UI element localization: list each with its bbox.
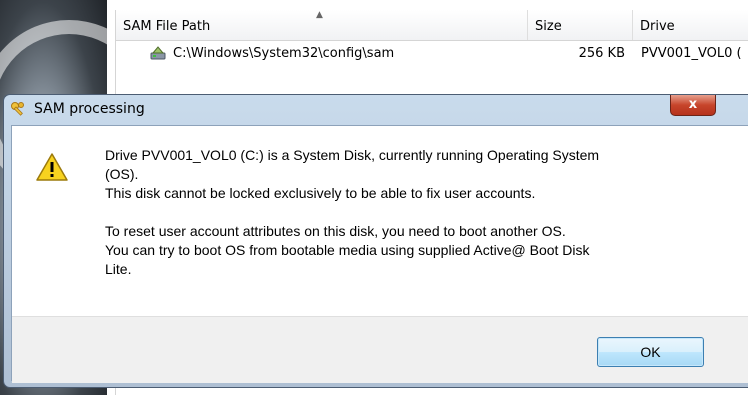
list-header: ▲ SAM File Path Size Drive xyxy=(116,10,748,41)
keys-icon xyxy=(11,102,24,116)
cell-drive: PVV001_VOL0 ( xyxy=(641,46,742,61)
message-line: Lite. xyxy=(105,261,132,277)
message-line: To reset user account attributes on this… xyxy=(105,223,566,239)
column-header-path[interactable]: ▲ SAM File Path xyxy=(116,10,528,40)
message-line: You can try to boot OS from bootable med… xyxy=(105,242,590,258)
dialog-title: SAM processing xyxy=(34,101,145,117)
ok-button[interactable]: OK xyxy=(597,337,704,367)
column-header-drive[interactable]: Drive xyxy=(633,10,748,40)
list-row[interactable]: C:\Windows\System32\config\sam 256 KB PV… xyxy=(116,43,748,65)
dialog-footer: OK xyxy=(12,316,748,383)
message-line: This disk cannot be locked exclusively t… xyxy=(105,185,536,201)
close-button[interactable]: x xyxy=(670,95,716,116)
message-line: (OS). xyxy=(105,166,139,182)
column-header-size[interactable]: Size xyxy=(528,10,633,40)
cell-path-text: C:\Windows\System32\config\sam xyxy=(173,46,395,61)
dialog-title-bar[interactable]: SAM processing x xyxy=(4,95,748,125)
cell-path: C:\Windows\System32\config\sam xyxy=(116,43,528,65)
message-line: Drive PVV001_VOL0 (C:) is a System Disk,… xyxy=(105,147,600,163)
column-header-size-label: Size xyxy=(535,19,562,34)
warning-icon xyxy=(36,153,68,181)
sort-ascending-icon: ▲ xyxy=(316,10,323,20)
dialog-message: Drive PVV001_VOL0 (C:) is a System Disk,… xyxy=(105,146,725,279)
disk-file-icon xyxy=(150,46,166,60)
dialog-content: Drive PVV001_VOL0 (C:) is a System Disk,… xyxy=(11,125,748,383)
column-header-path-label: SAM File Path xyxy=(123,19,211,34)
sam-processing-dialog[interactable]: SAM processing x Drive PVV001_VOL0 (C:) … xyxy=(3,94,748,388)
column-header-drive-label: Drive xyxy=(640,19,675,34)
close-icon: x xyxy=(688,97,698,112)
cell-size: 256 KB xyxy=(578,46,625,61)
